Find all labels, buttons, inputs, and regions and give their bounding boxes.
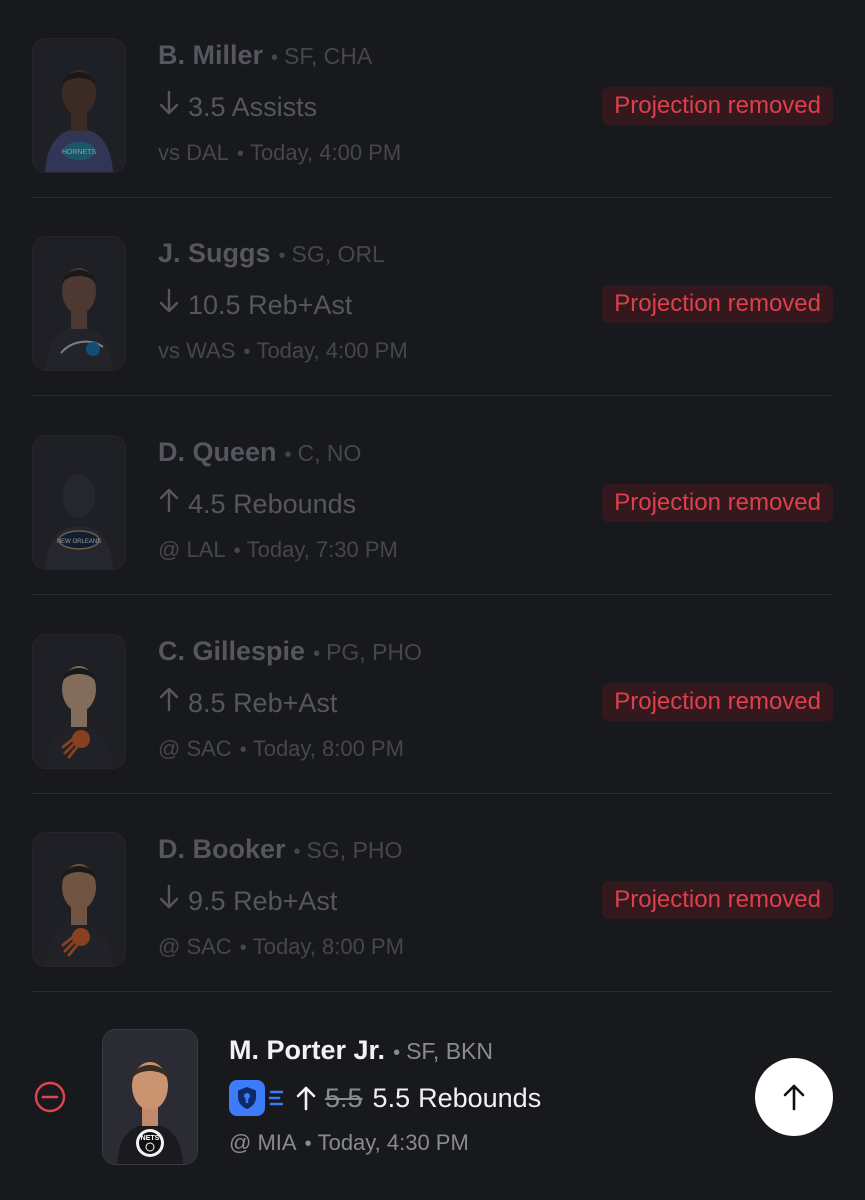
svg-text:HORNETS: HORNETS [62,149,97,156]
player-card[interactable] [32,236,126,371]
player-headshot [33,237,125,370]
game-time: Today, 8:00 PM [252,934,404,959]
player-card[interactable]: NETS [102,1029,198,1165]
projection-removed-badge: Projection removed [602,87,833,125]
game-time: Today, 4:00 PM [256,338,408,363]
player-card[interactable]: NEW ORLEANS [32,435,126,570]
stat-label: Rebounds [233,489,357,519]
speed-lines-icon [269,1090,283,1106]
separator-dot: • [236,143,244,165]
position-team: SG, PHO [306,837,403,863]
game-time: Today, 7:30 PM [246,537,398,562]
arrow-up-icon [296,1086,316,1111]
arrow-down-icon [159,884,179,909]
line-value: 10.5 [188,290,241,320]
separator-dot: • [233,540,241,562]
player-name: J. Suggs [158,238,271,268]
line-value: 3.5 [188,92,226,122]
separator-dot: • [239,937,247,959]
line-value: 4.5 [188,489,226,519]
arrow-down-icon [159,90,179,115]
matchup: vs WAS [158,338,236,363]
separator-dot: • [393,1042,401,1064]
matchup: @ LAL [158,537,226,562]
minus-circle-icon[interactable] [34,1081,66,1113]
old-line-value: 5.5 [325,1082,363,1113]
projection-removed-badge: Projection removed [602,484,833,522]
matchup: vs DAL [158,140,229,165]
row-divider [32,395,833,396]
nets-logo: NETS [141,1135,160,1142]
position-team: PG, PHO [326,639,422,665]
projection-removed-badge: Projection removed [602,285,833,323]
line-value: 9.5 [188,886,226,916]
separator-dot: • [304,1133,312,1155]
line-value: 8.5 [188,688,226,718]
arrow-down-icon [159,288,179,313]
player-name: D. Booker [158,834,286,864]
player-headshot [33,635,125,768]
matchup: @ MIA [229,1130,297,1155]
player-headshot: NETS [103,1030,197,1164]
row-divider [32,594,833,595]
player-name: C. Gillespie [158,636,306,666]
game-time: Today, 4:30 PM [317,1130,469,1155]
removed-projection-row[interactable]: J. Suggs • SG, ORL 10.5 Reb+Ast vs WAS • Today… [0,198,865,396]
player-card[interactable]: HORNETS [32,38,126,173]
game-time: Today, 4:00 PM [249,140,402,165]
shield-lock-icon[interactable] [229,1080,265,1116]
arrow-up-icon [783,1084,805,1111]
position-team: SG, ORL [291,241,385,267]
pelicans-logo: NEW ORLEANS [57,530,101,550]
separator-dot: • [278,245,286,267]
stat-label: Reb+Ast [248,290,353,320]
player-name: B. Miller [158,40,264,70]
stat-label: Rebounds [418,1082,542,1113]
projection-removed-badge: Projection removed [602,881,833,919]
matchup: @ SAC [158,934,232,959]
position-team: SF, CHA [284,43,373,69]
scroll-to-top-button[interactable] [755,1058,833,1136]
removed-projection-row[interactable]: NEW ORLEANS D. Queen • C, NO 4.5 Rebounds @ L… [0,397,865,595]
player-headshot [33,833,125,966]
projection-removed-badge: Projection removed [602,683,833,721]
removed-projection-row[interactable]: D. Booker • SG, PHO 9.5 Reb+Ast @ SAC • Today,… [0,794,865,992]
player-card[interactable] [32,832,126,967]
separator-dot: • [271,47,279,69]
game-time: Today, 8:00 PM [252,736,404,761]
row-divider [32,991,833,992]
removed-projection-row[interactable]: C. Gillespie • PG, PHO 8.5 Reb+Ast @ SAC • Tod… [0,596,865,794]
stat-label: Reb+Ast [233,886,338,916]
player-name: M. Porter Jr. [229,1035,386,1065]
separator-dot: • [293,841,301,863]
position-team: C, NO [297,440,362,466]
stat-label: Reb+Ast [233,688,338,718]
separator-dot: • [284,444,292,466]
new-line-value: 5.5 [372,1082,411,1113]
position-team: SF, BKN [406,1038,493,1064]
player-name: D. Queen [158,437,277,467]
stat-label: Assists [231,92,318,122]
arrow-up-icon [159,488,179,513]
removed-projection-row[interactable]: HORNETS B. Miller • SF, CHA 3.5 Assists vs DA… [0,0,865,198]
matchup: @ SAC [158,736,232,761]
arrow-up-icon [159,687,179,712]
separator-dot: • [313,643,321,665]
player-headshot: HORNETS [33,39,125,172]
player-card[interactable] [32,634,126,769]
svg-text:NEW ORLEANS: NEW ORLEANS [57,539,101,545]
separator-dot: • [239,739,247,761]
separator-dot: • [243,341,251,363]
player-headshot: NEW ORLEANS [33,436,125,569]
